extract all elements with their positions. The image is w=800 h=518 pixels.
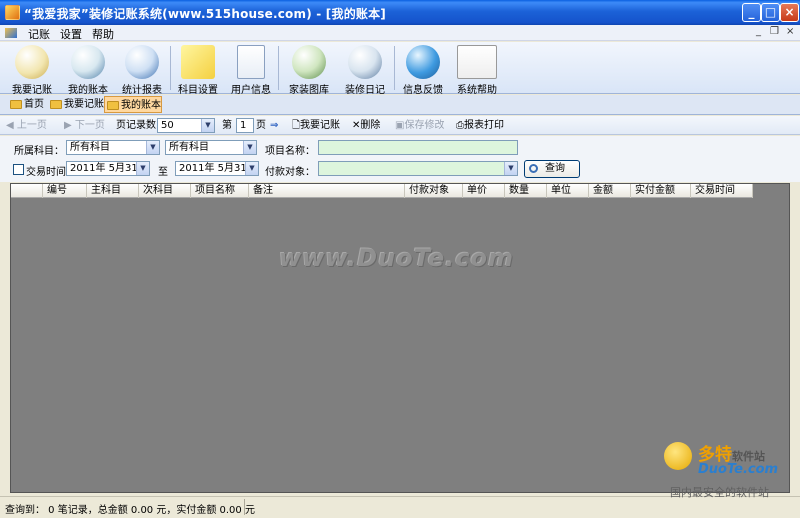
window-title: “我爱我家”装修记账系统(www.515house.com) - [我的账本]: [24, 7, 386, 21]
maximize-button[interactable]: □: [761, 3, 780, 22]
page-number-input[interactable]: 1: [236, 118, 254, 133]
close-button[interactable]: ×: [780, 3, 799, 22]
column-header[interactable]: 备注: [249, 184, 405, 198]
subject-label: 所属科目：: [14, 146, 64, 157]
chevron-down-icon: ▼: [504, 162, 517, 175]
toolbar-separator: [394, 46, 395, 90]
paging-toolbar: ◀ 上一页 ▶ 下一页 页记录数 50 ▼ 第 1 页 ⇒ 🗋我要记账 ✕删除 …: [0, 116, 800, 135]
mascot-icon: [664, 442, 692, 470]
chevron-down-icon: ▼: [146, 141, 159, 154]
trade-time-label: 交易时间: [26, 167, 66, 178]
toolbar-gallery-button[interactable]: 家装图库: [282, 43, 336, 96]
sticky-notes-icon: [181, 45, 215, 79]
tab-my-ledger[interactable]: 我的账本: [104, 96, 162, 113]
item-name-label: 项目名称：: [265, 146, 315, 157]
page-size-select[interactable]: 50 ▼: [157, 118, 215, 133]
folder-icon: [107, 101, 119, 110]
search-icon: [529, 164, 538, 173]
diary-icon: [348, 45, 382, 79]
column-header[interactable]: 编号: [43, 184, 87, 198]
toolbar-statistics-button[interactable]: 统计报表: [114, 43, 170, 96]
column-header[interactable]: 金额: [589, 184, 631, 198]
column-header[interactable]: 数量: [505, 184, 547, 198]
toolbar-add-record-button[interactable]: 我要记账: [4, 43, 60, 96]
column-header[interactable]: 次科目: [139, 184, 191, 198]
mdi-close-button[interactable]: ×: [786, 26, 794, 37]
save-changes-button[interactable]: ▣保存修改: [395, 118, 444, 133]
print-report-button[interactable]: ⎙报表打印: [456, 118, 504, 133]
minimize-button[interactable]: _: [742, 3, 761, 22]
toolbar-my-ledger-button[interactable]: 我的账本: [60, 43, 116, 96]
chevron-down-icon: ▼: [201, 119, 214, 132]
prev-page-button[interactable]: ◀ 上一页: [6, 118, 47, 133]
main-subject-select[interactable]: 所有科目 ▼: [66, 140, 160, 155]
column-header[interactable]: 主科目: [87, 184, 139, 198]
tab-home[interactable]: 首页: [8, 96, 48, 113]
toolbar-feedback-button[interactable]: 信息反馈: [396, 43, 450, 96]
sub-subject-select[interactable]: 所有科目 ▼: [165, 140, 257, 155]
menu-item-settings[interactable]: 设置: [60, 26, 82, 42]
gallery-icon: [292, 45, 326, 79]
tab-add-record[interactable]: 我要记账: [48, 96, 104, 113]
column-header[interactable]: 交易时间: [691, 184, 753, 198]
document-user-icon: [237, 45, 265, 79]
grid-header: 编号 主科目 次科目 项目名称 备注 付款对象 单价 数量 单位 金额 实付金额…: [11, 184, 753, 198]
logo-site: DuoTe.com: [698, 462, 779, 477]
chevron-down-icon: ▼: [245, 162, 258, 175]
chevron-down-icon: ▼: [136, 162, 149, 175]
payee-label: 付款对象：: [265, 167, 315, 178]
toolbar-separator: [278, 46, 279, 90]
toolbar-help-button[interactable]: 系统帮助: [450, 43, 504, 96]
mdi-minimize-button[interactable]: _: [756, 26, 761, 37]
document-tabs: 首页 我要记账 我的账本: [0, 95, 800, 115]
next-page-button[interactable]: ▶ 下一页: [64, 118, 105, 133]
go-page-icon[interactable]: ⇒: [270, 118, 278, 133]
folder-icon: [10, 100, 22, 109]
folder-icon: [50, 100, 62, 109]
app-icon: [5, 5, 20, 20]
status-summary: 查询到： 0 笔记录，总金额 0.00 元，实付金额 0.00 元: [5, 505, 255, 516]
status-divider: [244, 499, 245, 515]
delete-button[interactable]: ✕删除: [352, 118, 380, 133]
date-to-picker[interactable]: 2011年 5月31日 ▼: [175, 161, 259, 176]
column-header[interactable]: 实付金额: [631, 184, 691, 198]
readme-icon: [457, 45, 497, 79]
page-size-label: 页记录数: [116, 120, 156, 131]
item-name-input[interactable]: [318, 140, 518, 155]
chevron-down-icon: ▼: [243, 141, 256, 154]
globe-icon: [406, 45, 440, 79]
query-button[interactable]: 查询: [524, 160, 580, 178]
column-header[interactable]: 单价: [463, 184, 505, 198]
toolbar-diary-button[interactable]: 装修日记: [338, 43, 392, 96]
menu-bar: 记账 设置 帮助 _ ❐ ×: [0, 25, 800, 41]
date-from-picker[interactable]: 2011年 5月31日 ▼: [66, 161, 150, 176]
row-header-corner: [11, 184, 43, 198]
column-header[interactable]: 单位: [547, 184, 589, 198]
add-record-button[interactable]: 🗋我要记账: [292, 118, 340, 133]
menu-item-help[interactable]: 帮助: [92, 26, 114, 42]
column-header[interactable]: 项目名称: [191, 184, 249, 198]
menu-item-accounting[interactable]: 记账: [28, 26, 50, 42]
watermark-text: www.DuoTe.com: [279, 244, 514, 272]
payee-select[interactable]: ▼: [318, 161, 518, 176]
main-toolbar: 我要记账 我的账本 统计报表 科目设置 用户信息 家装图库 装修日记 信息反馈 …: [0, 42, 800, 96]
to-label: 至: [158, 167, 168, 178]
chart-icon: [125, 45, 159, 79]
title-bar: “我爱我家”装修记账系统(www.515house.com) - [我的账本] …: [0, 0, 800, 25]
page-suffix-label: 页: [256, 120, 266, 131]
document-icon: [5, 28, 17, 38]
site-logo: 多特软件站 DuoTe.com 国内最安全的软件站: [664, 440, 796, 500]
logo-slogan: 国内最安全的软件站: [670, 486, 769, 499]
toolbar-subject-settings-button[interactable]: 科目设置: [172, 43, 224, 96]
toolbar-separator: [170, 46, 171, 90]
book-icon: [71, 45, 105, 79]
column-header[interactable]: 付款对象: [405, 184, 463, 198]
filter-panel: 所属科目： 所有科目 ▼ 所有科目 ▼ 项目名称： 交易时间 2011年 5月3…: [0, 136, 800, 182]
page-prefix-label: 第: [222, 120, 232, 131]
toolbar-user-info-button[interactable]: 用户信息: [226, 43, 276, 96]
pencil-paper-icon: [15, 45, 49, 79]
mdi-restore-button[interactable]: ❐: [770, 26, 779, 37]
trade-time-checkbox[interactable]: [13, 164, 24, 175]
